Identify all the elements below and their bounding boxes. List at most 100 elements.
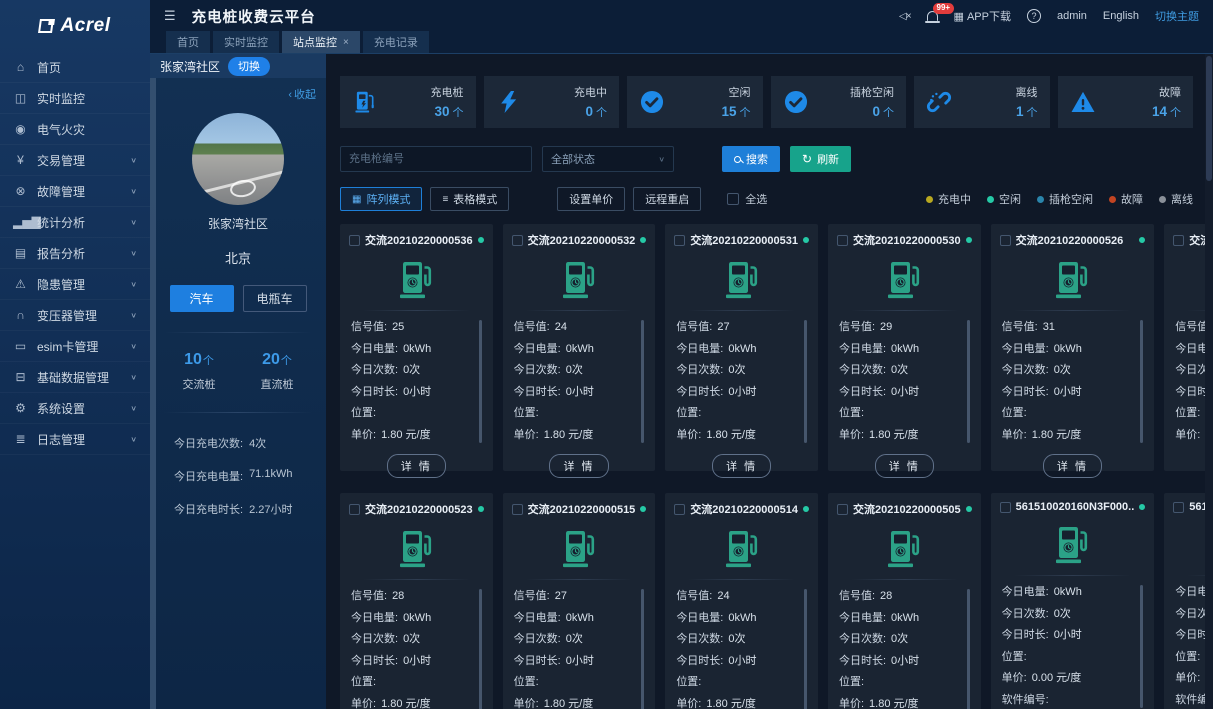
sidebar-item[interactable]: ⊗ 故障管理 ∨ bbox=[0, 176, 150, 207]
card-scrollbar[interactable] bbox=[641, 320, 645, 443]
detail-button[interactable]: 详 情 bbox=[549, 454, 609, 478]
sidebar-item[interactable]: ◫ 实时监控 ∨ bbox=[0, 83, 150, 114]
charger-field: 今日次数: 0次 bbox=[839, 360, 960, 382]
charger-checkbox[interactable] bbox=[511, 503, 523, 515]
charger-field-label: 信号值: bbox=[513, 321, 550, 333]
charger-field-label: 今日电量: bbox=[351, 611, 399, 624]
language-switch[interactable]: English bbox=[1103, 10, 1139, 22]
status-dot-icon bbox=[477, 506, 484, 512]
page-scrollbar[interactable] bbox=[1205, 54, 1213, 709]
charger-checkbox[interactable] bbox=[511, 234, 523, 246]
theme-switch[interactable]: 切换主题 bbox=[1155, 8, 1199, 24]
array-mode-button[interactable]: ▦ 阵列模式 bbox=[340, 187, 423, 211]
detail-button[interactable]: 详 情 bbox=[1042, 454, 1102, 478]
tab[interactable]: 站点监控 × bbox=[282, 31, 360, 53]
card-scrollbar[interactable] bbox=[1140, 585, 1144, 708]
charger-field-label: 今日时长: bbox=[513, 654, 561, 667]
refresh-button[interactable]: ↻ 刷新 bbox=[790, 146, 852, 172]
detail-button[interactable]: 详 情 bbox=[874, 454, 934, 478]
charger-field: 今日电量: 0kWh bbox=[1002, 339, 1134, 361]
pile-count: 20个 直流桩 bbox=[260, 351, 294, 391]
collapse-panel-link[interactable]: ‹ 收起 bbox=[288, 89, 316, 101]
card-scrollbar[interactable] bbox=[803, 320, 807, 443]
app-download-link[interactable]: ▦ APP下载 bbox=[954, 8, 1011, 24]
station-scrollbar[interactable] bbox=[150, 78, 156, 709]
charger-field: 今日电量: 0kWh bbox=[1175, 339, 1205, 361]
scrollbar-thumb[interactable] bbox=[1206, 56, 1212, 181]
charger-field-label: 位置: bbox=[513, 407, 539, 419]
tab[interactable]: 充电记录 × bbox=[362, 31, 429, 53]
sidebar-item[interactable]: ≣ 日志管理 ∨ bbox=[0, 424, 150, 455]
charger-field-label: 今日次数: bbox=[676, 633, 724, 645]
card-scrollbar[interactable] bbox=[803, 589, 807, 709]
charger-field-label: 今日电量: bbox=[513, 611, 561, 624]
charger-field: 今日次数: 0次 bbox=[1002, 360, 1134, 382]
charger-id: 交流20210220000515 bbox=[527, 504, 636, 516]
card-scrollbar[interactable] bbox=[966, 589, 970, 709]
charger-checkbox[interactable] bbox=[999, 234, 1011, 246]
select-all-checkbox[interactable]: 全选 bbox=[727, 191, 767, 207]
charging-pile-icon bbox=[557, 527, 601, 573]
tab[interactable]: 实时监控 × bbox=[213, 31, 279, 53]
chevron-down-icon: ∨ bbox=[130, 186, 137, 195]
tab[interactable]: 首页 × bbox=[166, 31, 210, 53]
card-scrollbar[interactable] bbox=[1140, 320, 1144, 443]
table-mode-button[interactable]: ≡ 表格模式 bbox=[430, 187, 510, 211]
username[interactable]: admin bbox=[1057, 10, 1087, 22]
vehicle-type-button[interactable]: 电瓶车 bbox=[242, 285, 307, 312]
vehicle-type-button[interactable]: 汽车 bbox=[169, 285, 234, 312]
sidebar-item[interactable]: ▭ esim卡管理 ∨ bbox=[0, 331, 150, 362]
switch-station-button[interactable]: 切换 bbox=[228, 56, 271, 76]
charger-field-value: 1.80 元/度 bbox=[543, 697, 594, 709]
charger-checkbox[interactable] bbox=[836, 503, 848, 515]
charger-field: 今日时长: 0小时 bbox=[1002, 625, 1134, 647]
sidebar-item[interactable]: ◉ 电气火灾 ∨ bbox=[0, 114, 150, 145]
charger-field: 今日电量: 0kWh bbox=[514, 339, 635, 361]
set-price-button[interactable]: 设置单价 bbox=[557, 187, 626, 211]
charger-field-label: 单价: bbox=[351, 697, 377, 709]
speaker-mute-icon[interactable]: ◁× bbox=[899, 11, 911, 22]
charger-checkbox[interactable] bbox=[836, 234, 848, 246]
sidebar-item[interactable]: ⌂ 首页 ∨ bbox=[0, 52, 150, 83]
card-scrollbar[interactable] bbox=[478, 320, 482, 443]
charger-checkbox[interactable] bbox=[999, 501, 1011, 513]
remote-restart-button[interactable]: 远程重启 bbox=[633, 187, 702, 211]
legend-item: 插枪空闲 bbox=[1037, 191, 1093, 207]
sidebar-item[interactable]: ∩ 变压器管理 ∨ bbox=[0, 300, 150, 331]
sidebar-item[interactable]: ▂▅▇ 统计分析 ∨ bbox=[0, 207, 150, 238]
card-scrollbar[interactable] bbox=[966, 320, 970, 443]
charger-field-value: 0小时 bbox=[403, 654, 432, 667]
charger-field-label: 单价: bbox=[838, 697, 865, 709]
detail-button[interactable]: 详 情 bbox=[712, 454, 772, 478]
charger-checkbox[interactable] bbox=[674, 503, 686, 515]
chevron-left-icon: ‹ bbox=[288, 89, 292, 101]
charger-checkbox[interactable] bbox=[1173, 501, 1185, 513]
charger-checkbox[interactable] bbox=[349, 503, 360, 515]
card-scrollbar[interactable] bbox=[641, 589, 645, 709]
hazard-icon: ⚠ bbox=[15, 277, 26, 291]
charger-card: 交流20210220000505 信号值: 28 今日电量: 0kWh 今日次数… bbox=[827, 493, 981, 709]
charger-field-value: 0小时 bbox=[403, 385, 432, 398]
sidebar-item[interactable]: ⚠ 隐患管理 ∨ bbox=[0, 269, 150, 300]
sidebar-item[interactable]: ⚙ 系统设置 ∨ bbox=[0, 393, 150, 424]
charger-field-value: 0小时 bbox=[1053, 629, 1082, 641]
tab-close-icon[interactable]: × bbox=[343, 37, 349, 48]
detail-button[interactable]: 详 情 bbox=[386, 454, 446, 478]
charger-checkbox[interactable] bbox=[674, 234, 686, 246]
help-icon[interactable]: ? bbox=[1026, 9, 1041, 23]
card-scrollbar[interactable] bbox=[478, 589, 482, 709]
menu-fold-icon[interactable]: ☰ bbox=[164, 8, 176, 24]
notifications-button[interactable]: 99+ bbox=[924, 3, 955, 23]
gun-number-input[interactable] bbox=[340, 146, 532, 172]
app-download-label: APP下载 bbox=[966, 11, 1011, 23]
status-select[interactable]: 全部状态 ∨ bbox=[542, 146, 674, 172]
sidebar-item[interactable]: ⊟ 基础数据管理 ∨ bbox=[0, 362, 150, 393]
charger-field: 今日时长: 0小时 bbox=[514, 651, 635, 673]
sidebar-item[interactable]: ▤ 报告分析 ∨ bbox=[0, 238, 150, 269]
charger-checkbox[interactable] bbox=[349, 234, 360, 246]
sidebar-item[interactable]: ¥ 交易管理 ∨ bbox=[0, 145, 150, 176]
charger-checkbox[interactable] bbox=[1173, 234, 1185, 246]
charger-field: 软件编号: bbox=[1002, 690, 1134, 709]
charger-field-value: 1.80 元/度 bbox=[1031, 428, 1082, 441]
search-button[interactable]: 搜索 bbox=[722, 146, 780, 172]
